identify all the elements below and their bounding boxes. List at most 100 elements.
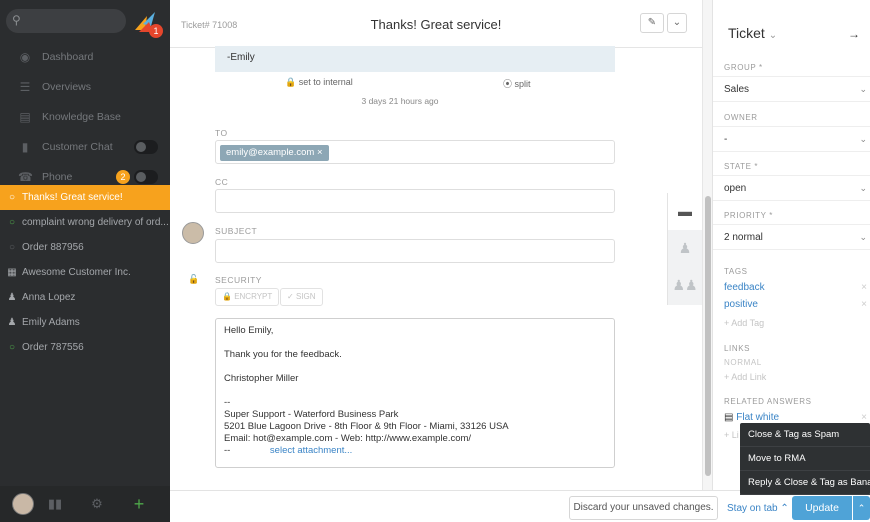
split-action[interactable]: ⦿ split <box>503 77 531 90</box>
tag-item[interactable]: positive × <box>724 299 870 310</box>
chevron-up-icon[interactable]: ⌃ <box>853 496 870 520</box>
stats-icon[interactable]: ▮▮ <box>34 496 76 512</box>
owner-select[interactable]: - ⌄ <box>713 126 870 152</box>
close-icon[interactable]: × <box>861 412 867 423</box>
task-item[interactable]: ♟ Emily Adams <box>0 310 170 335</box>
task-item[interactable]: ♟ Anna Lopez <box>0 285 170 310</box>
task-label: complaint wrong delivery of ord... <box>22 217 169 228</box>
nav-label: Knowledge Base <box>42 111 121 123</box>
discard-button[interactable]: Discard your unsaved changes. <box>569 496 718 520</box>
add-tag-link[interactable]: + Add Tag <box>724 318 870 328</box>
task-item[interactable]: ▦ Awesome Customer Inc. <box>0 260 170 285</box>
body-line: -- <box>224 397 231 408</box>
priority-select[interactable]: 2 normal ⌄ <box>713 224 870 250</box>
add-link-link[interactable]: + Add Link <box>724 372 870 382</box>
group-value: Sales <box>724 84 750 95</box>
gear-icon[interactable]: ⚙ <box>76 496 118 512</box>
recipient-token[interactable]: emily@example.com × <box>220 145 329 161</box>
menu-item-move-rma[interactable]: Move to RMA <box>740 447 870 471</box>
panel-title[interactable]: Ticket ⌄ <box>728 25 777 41</box>
unlock-icon: 🔓 <box>188 274 200 284</box>
body-line <box>224 385 606 397</box>
logo[interactable]: 1 <box>133 10 163 38</box>
cc-field[interactable] <box>215 189 615 213</box>
user-icon: ♟ <box>7 317 17 328</box>
body-line <box>224 337 606 349</box>
select-attachment-link[interactable]: select attachment... <box>270 445 352 456</box>
menu-item-reply-close-banana[interactable]: Reply & Close & Tag as Banana <box>740 471 870 495</box>
article-body-editor[interactable]: Hello Emily, Thank you for the feedback.… <box>215 318 615 468</box>
set-internal-label: set to internal <box>298 77 353 87</box>
chat-icon: ▮ <box>21 140 29 154</box>
body-line: -- select attachment... <box>224 445 606 457</box>
subject-field[interactable] <box>215 239 615 263</box>
customer-tab-icon[interactable]: ♟ <box>668 230 702 267</box>
search-input[interactable]: ⚲ <box>6 9 126 33</box>
related-answer-item[interactable]: ▤ Flat white × <box>724 412 870 423</box>
close-icon[interactable]: × <box>861 282 867 293</box>
task-label: Emily Adams <box>22 317 80 328</box>
organization-tab-icon[interactable]: ♟♟ <box>668 267 702 304</box>
tag-item[interactable]: feedback × <box>724 282 870 293</box>
status-dot-icon: ○ <box>8 217 16 228</box>
nav-label: Overviews <box>42 81 92 93</box>
priority-value: 2 normal <box>724 232 763 243</box>
organization-icon: ▦ <box>7 267 17 278</box>
chat-toggle[interactable] <box>134 140 158 154</box>
encrypt-button[interactable]: 🔒 ENCRYPT <box>215 288 280 306</box>
arrow-right-icon[interactable]: → <box>848 27 860 41</box>
nav-label: Dashboard <box>42 51 94 63</box>
edit-icon[interactable]: ✎ <box>640 13 664 33</box>
cc-label: CC <box>215 177 229 187</box>
scrollbar[interactable] <box>702 0 712 490</box>
scrollbar-thumb[interactable] <box>705 196 711 476</box>
main-nav: ◉ Dashboard ☰ Overviews ▤ Knowledge Base… <box>0 42 170 192</box>
to-field[interactable]: emily@example.com × <box>215 140 615 164</box>
sign-button[interactable]: ✓ SIGN <box>280 288 323 306</box>
body-line <box>224 361 606 373</box>
menu-item-close-spam[interactable]: Close & Tag as Spam <box>740 423 870 447</box>
body-line: Super Support - Waterford Business Park <box>224 409 399 420</box>
open-tasks: ○ Thanks! Great service! ○ complaint wro… <box>0 185 170 360</box>
document-icon: ▤ <box>724 412 734 423</box>
state-select[interactable]: open ⌄ <box>713 175 870 201</box>
avatar <box>182 222 204 244</box>
body-line: 5201 Blue Lagoon Drive - 8th Floor & 9th… <box>224 421 509 432</box>
phone-count-badge: 2 <box>116 170 130 184</box>
body-line: Email: hot@example.com - Web: http://www… <box>224 433 472 444</box>
update-button[interactable]: Update <box>792 496 852 520</box>
task-label: Order 787556 <box>22 342 84 353</box>
ticket-tab-icon[interactable]: ▬ <box>668 193 702 230</box>
body-line: Hello Emily, <box>224 325 274 336</box>
task-item[interactable]: ○ complaint wrong delivery of ord... <box>0 210 170 235</box>
close-icon[interactable]: × <box>861 299 867 310</box>
phone-toggle[interactable] <box>134 170 158 184</box>
ticket-sidebar: Ticket ⌄ → GROUP * Sales ⌄ OWNER - ⌄ STA… <box>712 0 870 490</box>
tag-label[interactable]: positive <box>724 299 758 310</box>
stay-on-tab-label: Stay on tab <box>727 503 778 514</box>
nav-customer-chat[interactable]: ▮ Customer Chat <box>0 132 170 162</box>
related-answer-label[interactable]: Flat white <box>736 412 779 423</box>
security-label: SECURITY <box>215 275 262 285</box>
avatar[interactable] <box>12 493 34 515</box>
stay-on-tab-toggle[interactable]: Stay on tab ⌃ <box>727 503 789 514</box>
add-icon[interactable]: + <box>118 494 160 515</box>
task-item[interactable]: ○ Thanks! Great service! <box>0 185 170 210</box>
phone-icon: ☎ <box>18 170 33 184</box>
chevron-down-icon: ⌄ <box>859 232 867 242</box>
group-select[interactable]: Sales ⌄ <box>713 76 870 102</box>
task-item[interactable]: ○ Order 887956 <box>0 235 170 260</box>
related-answers-label: RELATED ANSWERS <box>724 397 812 406</box>
task-label: Thanks! Great service! <box>22 192 123 203</box>
tag-label[interactable]: feedback <box>724 282 765 293</box>
task-label: Awesome Customer Inc. <box>22 267 131 278</box>
ticket-title[interactable]: Thanks! Great service! <box>170 17 702 32</box>
task-item[interactable]: ○ Order 787556 <box>0 335 170 360</box>
nav-dashboard[interactable]: ◉ Dashboard <box>0 42 170 72</box>
owner-value: - <box>724 134 728 145</box>
nav-knowledge-base[interactable]: ▤ Knowledge Base <box>0 102 170 132</box>
chevron-down-icon[interactable]: ⌄ <box>667 13 687 33</box>
nav-label: Customer Chat <box>42 141 113 153</box>
nav-overviews[interactable]: ☰ Overviews <box>0 72 170 102</box>
set-internal-action[interactable]: 🔒 set to internal <box>285 77 353 88</box>
